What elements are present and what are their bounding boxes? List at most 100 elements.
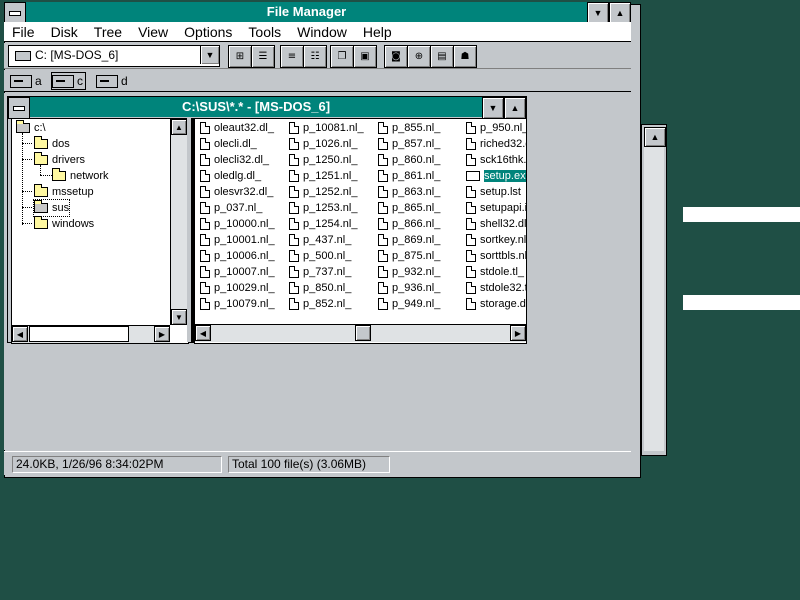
scroll-down-arrow[interactable]: ▼ — [171, 309, 187, 325]
file-item[interactable]: p_1253.nl_ — [289, 200, 364, 216]
tree-node-drivers[interactable]: drivers — [34, 152, 85, 168]
file-item[interactable]: olecli32.dl_ — [200, 152, 275, 168]
file-item[interactable]: p_037.nl_ — [200, 200, 275, 216]
move-button[interactable]: ▣ — [353, 45, 377, 68]
file-item[interactable]: p_1251.nl_ — [289, 168, 364, 184]
tree-vertical-scrollbar[interactable]: ▲ ▼ — [170, 119, 188, 325]
menu-options[interactable]: Options — [176, 22, 240, 42]
menu-file[interactable]: File — [4, 22, 43, 42]
scroll-up-button[interactable]: ▲ — [644, 127, 666, 147]
child-system-menu-button[interactable] — [8, 97, 30, 119]
child-minimize-button[interactable]: ▼ — [482, 97, 504, 119]
file-item[interactable]: p_10081.nl_ — [289, 120, 364, 136]
file-item[interactable]: p_863.nl_ — [378, 184, 440, 200]
file-item[interactable]: p_860.nl_ — [378, 152, 440, 168]
file-item[interactable]: p_861.nl_ — [378, 168, 440, 184]
tree-only-button[interactable]: ☰ — [251, 45, 275, 68]
file-item[interactable]: p_936.nl_ — [378, 280, 440, 296]
file-item[interactable]: oledlg.dl_ — [200, 168, 275, 184]
tree-node-root[interactable]: c:\ — [16, 120, 46, 136]
tree-horizontal-scrollbar[interactable]: ◀ ▶ — [12, 325, 170, 343]
list-view-button[interactable]: ≡ — [280, 45, 304, 68]
properties-button[interactable]: ▤ — [430, 45, 454, 68]
file-item[interactable]: p_10029.nl_ — [200, 280, 275, 296]
file-item[interactable]: p_866.nl_ — [378, 216, 440, 232]
file-item[interactable]: p_737.nl_ — [289, 264, 364, 280]
scroll-right-arrow[interactable]: ▶ — [510, 325, 526, 341]
maximize-button[interactable]: ▲ — [609, 2, 631, 24]
file-item[interactable]: p_855.nl_ — [378, 120, 440, 136]
scroll-left-arrow[interactable]: ◀ — [12, 326, 28, 342]
scroll-right-arrow[interactable]: ▶ — [154, 326, 170, 342]
file-item[interactable]: sorttbls.nl — [466, 248, 526, 264]
file-item[interactable]: p_865.nl_ — [378, 200, 440, 216]
file-item[interactable]: stdole32.tl — [466, 280, 526, 296]
scroll-thumb[interactable] — [29, 326, 129, 342]
directory-window-title-bar[interactable]: C:\SUS\*.* - [MS-DOS_6] ▼ ▲ — [8, 97, 526, 119]
minimize-button[interactable]: ▼ — [587, 2, 609, 24]
document-file-icon — [466, 122, 476, 134]
file-item[interactable]: sortkey.nl — [466, 232, 526, 248]
drive-a[interactable]: a — [10, 73, 42, 89]
file-item[interactable]: p_950.nl_ — [466, 120, 526, 136]
disconnect-drive-button[interactable]: ⊕ — [407, 45, 431, 68]
menu-tools[interactable]: Tools — [240, 22, 289, 42]
tree-view-button[interactable]: ⊞ — [228, 45, 252, 68]
drive-select[interactable]: C: [MS-DOS_6] ▼ — [8, 45, 220, 67]
file-item[interactable]: riched32.d — [466, 136, 526, 152]
file-item[interactable]: p_10000.nl_ — [200, 216, 275, 232]
file-item[interactable]: p_1252.nl_ — [289, 184, 364, 200]
menu-tree[interactable]: Tree — [86, 22, 130, 42]
scroll-up-arrow[interactable]: ▲ — [171, 119, 187, 135]
file-item[interactable]: p_869.nl_ — [378, 232, 440, 248]
chevron-down-icon[interactable]: ▼ — [200, 46, 219, 64]
file-item[interactable]: p_850.nl_ — [289, 280, 364, 296]
file-item[interactable]: p_10006.nl_ — [200, 248, 275, 264]
share-button[interactable]: ☗ — [453, 45, 477, 68]
file-item[interactable]: setup.lst — [466, 184, 526, 200]
file-item[interactable]: p_1254.nl_ — [289, 216, 364, 232]
tree-node-network[interactable]: network — [52, 168, 109, 184]
file-item[interactable]: p_10079.nl_ — [200, 296, 275, 312]
menu-disk[interactable]: Disk — [43, 22, 86, 42]
title-bar[interactable]: File Manager ▼ ▲ — [4, 2, 631, 24]
file-item[interactable]: p_857.nl_ — [378, 136, 440, 152]
file-item[interactable]: p_437.nl_ — [289, 232, 364, 248]
file-item[interactable]: olecli.dl_ — [200, 136, 275, 152]
scroll-left-arrow[interactable]: ◀ — [195, 325, 211, 341]
tree-node-windows[interactable]: windows — [34, 216, 94, 232]
tree-node-dos[interactable]: dos — [34, 136, 70, 152]
details-view-button[interactable]: ☷ — [303, 45, 327, 68]
file-item[interactable]: stdole.tl_ — [466, 264, 526, 280]
drive-c[interactable]: c — [51, 72, 86, 90]
file-item[interactable]: p_10001.nl_ — [200, 232, 275, 248]
folder-icon — [52, 168, 66, 181]
menu-view[interactable]: View — [130, 22, 176, 42]
file-item[interactable]: p_949.nl_ — [378, 296, 440, 312]
scroll-track[interactable] — [644, 147, 664, 451]
tree-node-mssetup[interactable]: mssetup — [34, 184, 94, 200]
file-item[interactable]: p_10007.nl_ — [200, 264, 275, 280]
file-item[interactable]: p_1026.nl_ — [289, 136, 364, 152]
file-item[interactable]: storage.dl_ — [466, 296, 526, 312]
file-item[interactable]: olesvr32.dl_ — [200, 184, 275, 200]
file-item[interactable]: sck16thk. — [466, 152, 526, 168]
file-item[interactable]: setupapi.i — [466, 200, 526, 216]
file-item[interactable]: p_932.nl_ — [378, 264, 440, 280]
menu-window[interactable]: Window — [289, 22, 355, 42]
file-item[interactable]: p_875.nl_ — [378, 248, 440, 264]
file-item[interactable]: shell32.dl_ — [466, 216, 526, 232]
files-horizontal-scrollbar[interactable]: ◀ ▶ — [195, 324, 526, 342]
child-maximize-button[interactable]: ▲ — [504, 97, 526, 119]
drive-d[interactable]: d — [96, 73, 128, 89]
tree-node-sus[interactable]: sus — [32, 199, 71, 217]
file-item[interactable]: p_1250.nl_ — [289, 152, 364, 168]
file-item[interactable]: oleaut32.dl_ — [200, 120, 275, 136]
scroll-thumb[interactable] — [355, 325, 371, 341]
file-item[interactable]: p_852.nl_ — [289, 296, 364, 312]
file-item[interactable]: p_500.nl_ — [289, 248, 364, 264]
menu-help[interactable]: Help — [355, 22, 400, 42]
connect-drive-button[interactable]: ◙ — [384, 45, 408, 68]
copy-button[interactable]: ❐ — [330, 45, 354, 68]
file-item[interactable]: setup.exe — [466, 168, 526, 184]
